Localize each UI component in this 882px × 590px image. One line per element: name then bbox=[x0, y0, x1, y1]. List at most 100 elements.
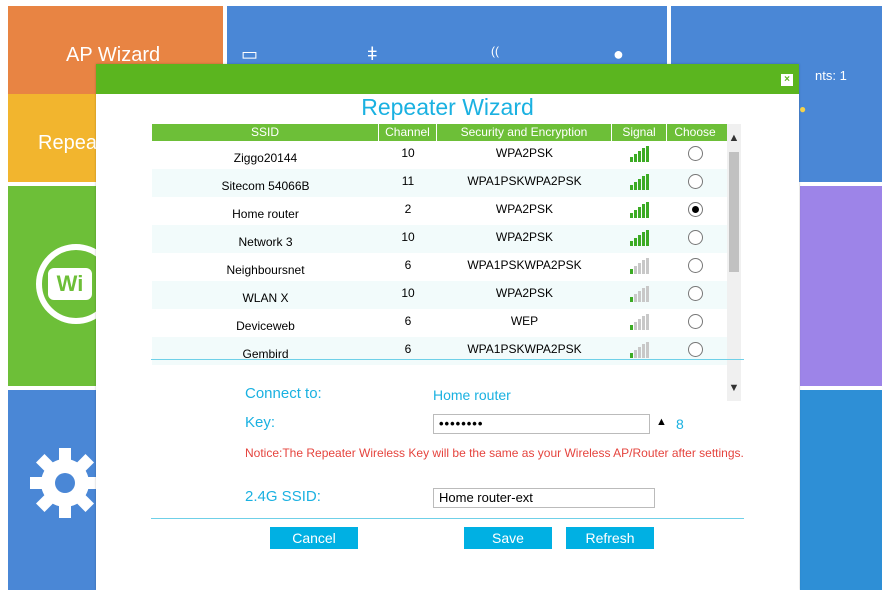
signal-strength-icon bbox=[630, 341, 649, 358]
table-row[interactable]: Home router 2 WPA2PSK bbox=[152, 197, 741, 225]
table-row[interactable]: WLAN X 10 WPA2PSK bbox=[152, 281, 741, 309]
security-cell: WPA1PSKWPA2PSK bbox=[467, 258, 582, 272]
ssid-cell: Home router bbox=[232, 207, 299, 221]
choose-radio[interactable] bbox=[687, 258, 703, 273]
ssid-label: 2.4G SSID: bbox=[245, 488, 321, 505]
ssid-cell: Gembird bbox=[242, 347, 289, 361]
security-cell: WPA1PSKWPA2PSK bbox=[467, 342, 582, 356]
choose-radio[interactable] bbox=[687, 230, 703, 245]
choose-radio[interactable] bbox=[687, 342, 703, 357]
signal-strength-icon bbox=[630, 145, 649, 162]
channel-cell: 11 bbox=[401, 174, 415, 188]
ssid-cell: Sitecom 54066B bbox=[221, 179, 310, 193]
scrollbar-thumb[interactable] bbox=[729, 152, 739, 272]
signal-strength-icon bbox=[630, 173, 649, 190]
security-cell: WPA2PSK bbox=[495, 286, 554, 300]
choose-radio[interactable] bbox=[687, 286, 703, 301]
connect-to-label: Connect to: bbox=[245, 385, 322, 402]
ssid-cell: Deviceweb bbox=[236, 319, 295, 333]
signal-strength-icon bbox=[630, 313, 649, 330]
column-header-ssid: SSID bbox=[152, 124, 379, 141]
table-row[interactable]: Ziggo20144 10 WPA2PSK bbox=[152, 141, 741, 169]
choose-cell bbox=[667, 314, 723, 332]
table-header: SSID Channel Security and Encryption Sig… bbox=[152, 124, 741, 141]
channel-cell: 6 bbox=[404, 314, 412, 328]
channel-cell: 10 bbox=[401, 230, 415, 244]
connect-to-value: Home router bbox=[433, 387, 511, 403]
notice-text: Notice:The Repeater Wireless Key will be… bbox=[245, 446, 744, 460]
repeater-wizard-dialog: × Repeater Wizard SSID Channel Security … bbox=[96, 64, 799, 590]
key-length: 8 bbox=[676, 416, 684, 432]
signal-cell bbox=[612, 201, 667, 221]
purple-tile[interactable] bbox=[800, 186, 882, 386]
signal-cell bbox=[612, 257, 667, 277]
security-cell: WPA1PSKWPA2PSK bbox=[467, 174, 582, 188]
divider-top bbox=[151, 359, 744, 360]
refresh-button[interactable]: Refresh bbox=[566, 527, 654, 549]
antenna-icon: ǂ bbox=[367, 44, 378, 64]
eye-icon[interactable]: ▲ bbox=[656, 416, 667, 428]
table-row[interactable]: Network 3 10 WPA2PSK bbox=[152, 225, 741, 253]
choose-radio[interactable] bbox=[687, 202, 703, 217]
choose-cell bbox=[667, 258, 723, 276]
user-icon: ● bbox=[799, 102, 807, 116]
channel-cell: 10 bbox=[401, 286, 415, 300]
cancel-button[interactable]: Cancel bbox=[270, 527, 358, 549]
choose-cell bbox=[667, 202, 723, 220]
chevron-up-icon[interactable]: ▲ bbox=[727, 132, 741, 146]
signal-strength-icon bbox=[630, 257, 649, 274]
channel-cell: 10 bbox=[401, 146, 415, 160]
globe-icon: ● bbox=[613, 44, 624, 64]
table-row[interactable]: Gembird 6 WPA1PSKWPA2PSK bbox=[152, 337, 741, 365]
blue-tile[interactable] bbox=[800, 390, 882, 590]
signal-wave-icon: (( bbox=[491, 44, 499, 58]
channel-cell: 6 bbox=[404, 342, 412, 356]
signal-cell bbox=[612, 285, 667, 305]
ssid-cell: Network 3 bbox=[238, 235, 293, 249]
monitor-icon: ▭ bbox=[241, 44, 259, 64]
table-body: Ziggo20144 10 WPA2PSK Sitecom 54066B 11 WPA1P… bbox=[152, 141, 741, 365]
signal-cell bbox=[612, 313, 667, 333]
dialog-title: Repeater Wizard bbox=[361, 94, 534, 120]
signal-cell bbox=[612, 341, 667, 361]
choose-cell bbox=[667, 286, 723, 304]
gear-icon bbox=[30, 448, 100, 518]
signal-cell bbox=[612, 229, 667, 249]
chevron-down-icon[interactable]: ▼ bbox=[727, 382, 741, 396]
column-header-channel: Channel bbox=[379, 124, 437, 141]
choose-radio[interactable] bbox=[687, 314, 703, 329]
close-icon[interactable]: × bbox=[781, 74, 793, 86]
choose-radio[interactable] bbox=[687, 146, 703, 161]
divider-bottom bbox=[151, 518, 744, 519]
table-row[interactable]: Sitecom 54066B 11 WPA1PSKWPA2PSK bbox=[152, 169, 741, 197]
channel-cell: 2 bbox=[404, 202, 412, 216]
security-cell: WPA2PSK bbox=[495, 202, 554, 216]
choose-radio[interactable] bbox=[687, 174, 703, 189]
column-header-security: Security and Encryption bbox=[437, 124, 612, 141]
security-cell: WPA2PSK bbox=[495, 146, 554, 160]
channel-cell: 6 bbox=[404, 258, 412, 272]
key-label: Key: bbox=[245, 414, 276, 431]
ssid-input[interactable]: Home router-ext bbox=[433, 488, 655, 508]
signal-strength-icon bbox=[630, 285, 649, 302]
key-input[interactable]: •••••••• bbox=[433, 414, 650, 434]
security-cell: WPA2PSK bbox=[495, 230, 554, 244]
signal-strength-icon bbox=[630, 201, 649, 218]
table-row[interactable]: Deviceweb 6 WEP bbox=[152, 309, 741, 337]
signal-strength-icon bbox=[630, 229, 649, 246]
choose-cell bbox=[667, 342, 723, 360]
save-button[interactable]: Save bbox=[464, 527, 552, 549]
column-header-choose: Choose bbox=[674, 125, 716, 139]
signal-cell bbox=[612, 173, 667, 193]
security-cell: WEP bbox=[510, 314, 539, 328]
signal-cell bbox=[612, 145, 667, 165]
wifi-logo-text: Wi bbox=[48, 268, 92, 300]
table-row[interactable]: Neighboursnet 6 WPA1PSKWPA2PSK bbox=[152, 253, 741, 281]
dialog-header-bar: × bbox=[96, 64, 799, 94]
ssid-cell: Neighboursnet bbox=[226, 263, 305, 277]
ssid-cell: Ziggo20144 bbox=[233, 151, 298, 165]
clients-count: nts: 1 bbox=[815, 68, 847, 83]
network-table: SSID Channel Security and Encryption Sig… bbox=[152, 124, 741, 404]
choose-cell bbox=[667, 230, 723, 248]
repeater-label: Repea bbox=[38, 132, 97, 154]
